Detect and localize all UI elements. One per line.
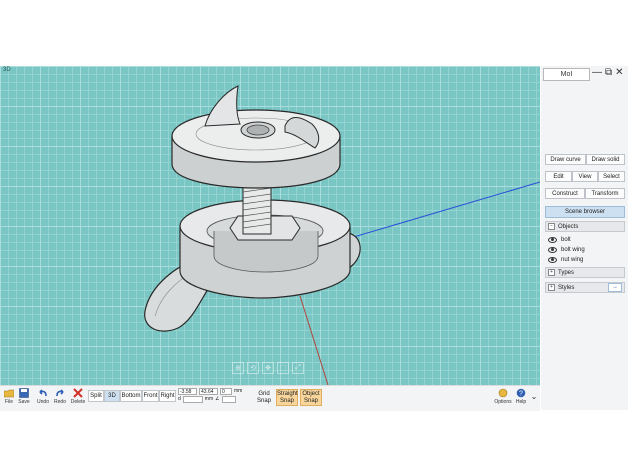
zoom-icon[interactable]: ⊕ [232, 362, 244, 374]
save-label: Save [18, 399, 30, 405]
redo-button[interactable]: Redo [51, 388, 69, 405]
delete-x-icon [73, 388, 83, 398]
app-title: MoI [543, 68, 590, 81]
x-axis-line [299, 295, 329, 385]
angle-label: ∠ [215, 396, 220, 402]
window-controls: — ⧉ ✕ [592, 67, 624, 78]
file-label: File [4, 399, 14, 405]
object-item-bolt[interactable]: bolt [545, 235, 625, 245]
distance-unit: mm [204, 396, 214, 402]
construct-row: Construct Transform [545, 188, 625, 199]
delete-button[interactable]: Delete [69, 388, 87, 405]
undo-label: Undo [37, 399, 49, 405]
draw-solid-button[interactable]: Draw solid [586, 154, 625, 165]
transform-button[interactable]: Transform [585, 188, 625, 199]
rotate-icon[interactable]: ⟲ [247, 362, 259, 374]
zoom-window-icon[interactable]: ⬚ [277, 362, 289, 374]
redo-icon [56, 389, 64, 397]
expand-icon: + [548, 269, 555, 276]
minimize-icon[interactable]: — [592, 67, 602, 78]
edit-row: Edit View Select [545, 171, 625, 182]
visibility-eye-icon[interactable] [548, 247, 557, 253]
construct-button[interactable]: Construct [545, 188, 585, 199]
object-label: bolt wing [561, 247, 585, 253]
styles-section-header[interactable]: + Styles → [545, 282, 625, 293]
view-3d-button[interactable]: 3D [104, 390, 120, 402]
help-icon: ? [516, 388, 526, 398]
collapse-icon: − [548, 223, 555, 230]
options-button[interactable]: Options [494, 388, 512, 405]
reset-view-icon[interactable]: ⤢ [292, 362, 304, 374]
undo-button[interactable]: Undo [34, 388, 52, 405]
coordinate-readout: -3.58 43.64 0 mm d mm ∠ [178, 388, 244, 404]
model-wing-nut-assembly[interactable] [0, 66, 540, 385]
draw-curve-button[interactable]: Draw curve [545, 154, 586, 165]
restore-icon[interactable]: ⧉ [605, 67, 612, 78]
3d-viewport[interactable]: 3D ⊕ ⟲ ✥ ⬚ ⤢ [0, 66, 540, 385]
view-front-button[interactable]: Front [142, 390, 159, 402]
y-axis-line [329, 181, 540, 245]
types-section-header[interactable]: + Types [545, 267, 625, 278]
bottom-toolbar: File Save Undo Redo Delete Split 3D Bott… [0, 385, 540, 411]
coord-x-field[interactable]: -3.58 [178, 388, 197, 395]
draw-row: Draw curve Draw solid [545, 154, 625, 165]
straight-snap-toggle[interactable]: Straight Snap [276, 389, 298, 406]
distance-label: d [178, 396, 181, 402]
moi-app-window: 3D ⊕ ⟲ ✥ ⬚ ⤢ MoI — ⧉ ✕ Draw curve Draw s… [0, 66, 628, 411]
view-bottom-button[interactable]: Bottom [120, 390, 142, 402]
object-snap-toggle[interactable]: Object Snap [300, 389, 322, 406]
visibility-eye-icon[interactable] [548, 237, 557, 243]
coord-z-field[interactable]: 0 [220, 388, 232, 395]
svg-text:?: ? [519, 391, 523, 398]
visibility-eye-icon[interactable] [548, 257, 557, 263]
undo-icon [39, 389, 47, 397]
pan-icon[interactable]: ✥ [262, 362, 274, 374]
delete-label: Delete [70, 399, 86, 405]
unit-label: mm [234, 388, 243, 394]
help-button[interactable]: ? Help [512, 388, 530, 405]
view-split-button[interactable]: Split [88, 390, 104, 402]
objects-section-header[interactable]: − Objects [545, 221, 625, 232]
coord-y-field[interactable]: 43.64 [199, 388, 218, 395]
help-label: Help [515, 399, 527, 405]
options-label: Options [494, 399, 512, 405]
view-button[interactable]: View [572, 171, 598, 182]
options-icon [498, 388, 508, 398]
close-icon[interactable]: ✕ [615, 67, 623, 78]
viewport-nav-controls[interactable]: ⊕ ⟲ ✥ ⬚ ⤢ [232, 362, 304, 374]
view-right-button[interactable]: Right [159, 390, 176, 402]
command-palette: MoI — ⧉ ✕ Draw curve Draw solid Edit Vie… [541, 66, 628, 410]
object-label: bolt [561, 237, 571, 243]
edit-button[interactable]: Edit [545, 171, 572, 182]
object-item-bolt-wing[interactable]: bolt wing [545, 245, 625, 255]
expand-chevron-icon[interactable]: ⌄ [529, 392, 539, 401]
styles-arrow-icon[interactable]: → [608, 283, 622, 292]
floppy-icon [19, 388, 29, 398]
styles-header-label: Styles [558, 284, 575, 291]
redo-label: Redo [54, 399, 66, 405]
objects-header-label: Objects [558, 223, 579, 230]
grid-snap-toggle[interactable]: Grid Snap [254, 389, 274, 406]
expand-icon: + [548, 284, 555, 291]
scene-browser-button[interactable]: Scene browser [545, 206, 625, 218]
object-label: nut wing [561, 257, 584, 263]
save-button[interactable]: Save [15, 388, 33, 405]
types-header-label: Types [558, 269, 575, 276]
folder-icon [4, 389, 14, 398]
distance-field[interactable] [182, 396, 203, 403]
object-list: bolt bolt wing nut wing [545, 235, 625, 265]
select-button[interactable]: Select [598, 171, 625, 182]
angle-field[interactable] [221, 396, 236, 403]
object-item-nut-wing[interactable]: nut wing [545, 255, 625, 265]
